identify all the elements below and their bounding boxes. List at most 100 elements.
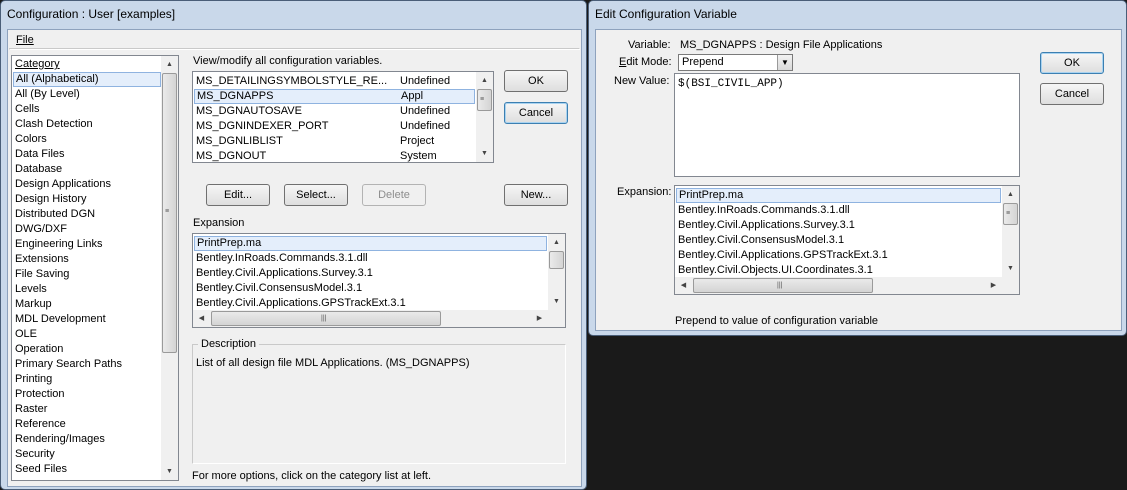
new-button[interactable]: New... bbox=[504, 184, 568, 206]
scroll-right-arrow-icon[interactable]: ▶ bbox=[531, 310, 548, 327]
variable-scrollbar[interactable]: ▲ ≡ ▼ bbox=[476, 72, 493, 162]
list-item[interactable]: PrintPrep.ma bbox=[194, 236, 547, 251]
category-item[interactable]: Rendering/Images bbox=[13, 432, 161, 447]
edit-mode-label-text: dit Mode: bbox=[626, 56, 672, 68]
edit-expansion-list[interactable]: PrintPrep.ma Bentley.InRoads.Commands.3.1… bbox=[674, 185, 1020, 295]
list-item[interactable]: Bentley.Civil.ConsensusModel.3.1 bbox=[194, 281, 547, 296]
variable-name: MS_DETAILINGSYMBOLSTYLE_RE... bbox=[196, 75, 388, 87]
category-item[interactable]: Raster bbox=[13, 402, 161, 417]
edit-expansion-hscrollbar[interactable]: ◀ ||| ▶ bbox=[675, 277, 1002, 294]
category-item[interactable]: Primary Search Paths bbox=[13, 357, 161, 372]
file-menu[interactable]: File bbox=[16, 34, 34, 46]
category-item[interactable]: Levels bbox=[13, 282, 161, 297]
category-item[interactable]: Operation bbox=[13, 342, 161, 357]
variable-name: MS_DGNAUTOSAVE bbox=[196, 105, 302, 117]
chevron-down-icon[interactable]: ▼ bbox=[777, 55, 792, 70]
list-item[interactable]: Bentley.Civil.ConsensusModel.3.1 bbox=[676, 233, 1001, 248]
edit-config-title: Edit Configuration Variable bbox=[595, 7, 737, 21]
category-item[interactable]: Data Files bbox=[13, 147, 161, 162]
edit-mode-dropdown[interactable]: Prepend ▼ bbox=[678, 54, 793, 71]
ok-button[interactable]: OK bbox=[504, 70, 568, 92]
category-item[interactable]: MDL Development bbox=[13, 312, 161, 327]
category-item[interactable]: Design History bbox=[13, 192, 161, 207]
table-row[interactable]: MS_DGNLIBLIST Project bbox=[194, 134, 475, 149]
table-row[interactable]: MS_DGNOUT System bbox=[194, 149, 475, 162]
category-item[interactable]: All (Alphabetical) bbox=[13, 72, 161, 87]
expansion-vscroll-thumb[interactable] bbox=[549, 251, 564, 269]
category-item[interactable]: Seed Files bbox=[13, 462, 161, 477]
edit-ok-button[interactable]: OK bbox=[1040, 52, 1104, 74]
configuration-window: Configuration : User [examples] File Cat… bbox=[0, 0, 587, 490]
new-value-text: $(BSI_CIVIL_APP) bbox=[678, 78, 784, 90]
scroll-up-arrow-icon[interactable]: ▲ bbox=[476, 72, 493, 89]
category-item[interactable]: Clash Detection bbox=[13, 117, 161, 132]
scroll-up-arrow-icon[interactable]: ▲ bbox=[161, 56, 178, 73]
configuration-title: Configuration : User [examples] bbox=[7, 7, 176, 21]
category-item[interactable]: Database bbox=[13, 162, 161, 177]
list-item[interactable]: Bentley.Civil.Applications.Survey.3.1 bbox=[676, 218, 1001, 233]
list-item[interactable]: PrintPrep.ma bbox=[676, 188, 1001, 203]
grip-icon: ≡ bbox=[480, 96, 485, 103]
list-item[interactable]: Bentley.Civil.Applications.Survey.3.1 bbox=[194, 266, 547, 281]
list-item[interactable]: Bentley.Civil.Applications.GPSTrackExt.3… bbox=[676, 248, 1001, 263]
variable-level: Undefined bbox=[400, 75, 451, 87]
scroll-left-arrow-icon[interactable]: ◀ bbox=[675, 277, 692, 294]
category-item[interactable]: DWG/DXF bbox=[13, 222, 161, 237]
variable-level: Undefined bbox=[400, 120, 451, 132]
expansion-hscrollbar[interactable]: ◀ ||| ▶ bbox=[193, 310, 548, 327]
category-scrollbar[interactable]: ▲ ≡ ▼ bbox=[161, 56, 178, 480]
edit-cancel-button[interactable]: Cancel bbox=[1040, 83, 1104, 105]
cancel-button[interactable]: Cancel bbox=[504, 102, 568, 124]
category-item[interactable]: Security bbox=[13, 447, 161, 462]
expansion-list[interactable]: PrintPrep.ma Bentley.InRoads.Commands.3.1… bbox=[192, 233, 566, 328]
list-item[interactable]: Bentley.Civil.Applications.GPSTrackExt.3… bbox=[194, 296, 547, 311]
list-item[interactable]: Bentley.InRoads.Commands.3.1.dll bbox=[194, 251, 547, 266]
category-item[interactable]: Distributed DGN bbox=[13, 207, 161, 222]
scroll-left-arrow-icon[interactable]: ◀ bbox=[193, 310, 210, 327]
category-item[interactable]: Extensions bbox=[13, 252, 161, 267]
edit-config-window: Edit Configuration Variable Variable: MS… bbox=[588, 0, 1127, 336]
delete-button[interactable]: Delete bbox=[362, 184, 426, 206]
category-item[interactable]: All (By Level) bbox=[13, 87, 161, 102]
variable-list[interactable]: MS_DETAILINGSYMBOLSTYLE_RE... Undefined MS… bbox=[192, 71, 494, 163]
list-item[interactable]: Bentley.Civil.Objects.UI.Coordinates.3.1 bbox=[676, 263, 1001, 278]
edit-expansion-vscrollbar[interactable]: ▲ ≡ ▼ bbox=[1002, 186, 1019, 277]
list-item[interactable]: Bentley.InRoads.Commands.3.1.dll bbox=[676, 203, 1001, 218]
expansion-label: Expansion bbox=[193, 217, 245, 229]
scroll-down-arrow-icon[interactable]: ▼ bbox=[548, 293, 565, 310]
new-value-label: New Value: bbox=[614, 75, 670, 87]
variable-name: MS_DGNLIBLIST bbox=[196, 135, 283, 147]
grip-icon: ||| bbox=[777, 282, 783, 289]
category-item[interactable]: Printing bbox=[13, 372, 161, 387]
edit-button[interactable]: Edit... bbox=[206, 184, 270, 206]
new-value-input[interactable]: $(BSI_CIVIL_APP) bbox=[674, 73, 1020, 177]
scroll-up-arrow-icon[interactable]: ▲ bbox=[548, 234, 565, 251]
table-row[interactable]: MS_DGNAPPS Appl bbox=[194, 89, 475, 104]
edit-expansion-hscroll-thumb[interactable] bbox=[693, 278, 873, 293]
category-item[interactable]: OLE bbox=[13, 327, 161, 342]
scroll-up-arrow-icon[interactable]: ▲ bbox=[1002, 186, 1019, 203]
select-button[interactable]: Select... bbox=[284, 184, 348, 206]
category-list[interactable]: Category All (Alphabetical) All (By Level… bbox=[11, 55, 179, 481]
table-row[interactable]: MS_DGNINDEXER_PORT Undefined bbox=[194, 119, 475, 134]
scroll-down-arrow-icon[interactable]: ▼ bbox=[161, 463, 178, 480]
variable-name: MS_DGNAPPS bbox=[197, 90, 274, 102]
category-item[interactable]: Protection bbox=[13, 387, 161, 402]
table-row[interactable]: MS_DGNAUTOSAVE Undefined bbox=[194, 104, 475, 119]
category-item[interactable]: Engineering Links bbox=[13, 237, 161, 252]
category-item[interactable]: Reference bbox=[13, 417, 161, 432]
scroll-down-arrow-icon[interactable]: ▼ bbox=[476, 145, 493, 162]
expansion-vscrollbar[interactable]: ▲ ▼ bbox=[548, 234, 565, 310]
view-label: View/modify all configuration variables. bbox=[193, 55, 383, 67]
status-text: Prepend to value of configuration variab… bbox=[675, 315, 879, 327]
category-item[interactable]: Cells bbox=[13, 102, 161, 117]
category-item[interactable]: File Saving bbox=[13, 267, 161, 282]
scroll-right-arrow-icon[interactable]: ▶ bbox=[985, 277, 1002, 294]
scroll-down-arrow-icon[interactable]: ▼ bbox=[1002, 260, 1019, 277]
category-item[interactable]: Design Applications bbox=[13, 177, 161, 192]
description-text: List of all design file MDL Applications… bbox=[196, 357, 470, 369]
category-header: Category bbox=[15, 58, 60, 70]
category-item[interactable]: Colors bbox=[13, 132, 161, 147]
table-row[interactable]: MS_DETAILINGSYMBOLSTYLE_RE... Undefined bbox=[194, 74, 475, 89]
category-item[interactable]: Markup bbox=[13, 297, 161, 312]
